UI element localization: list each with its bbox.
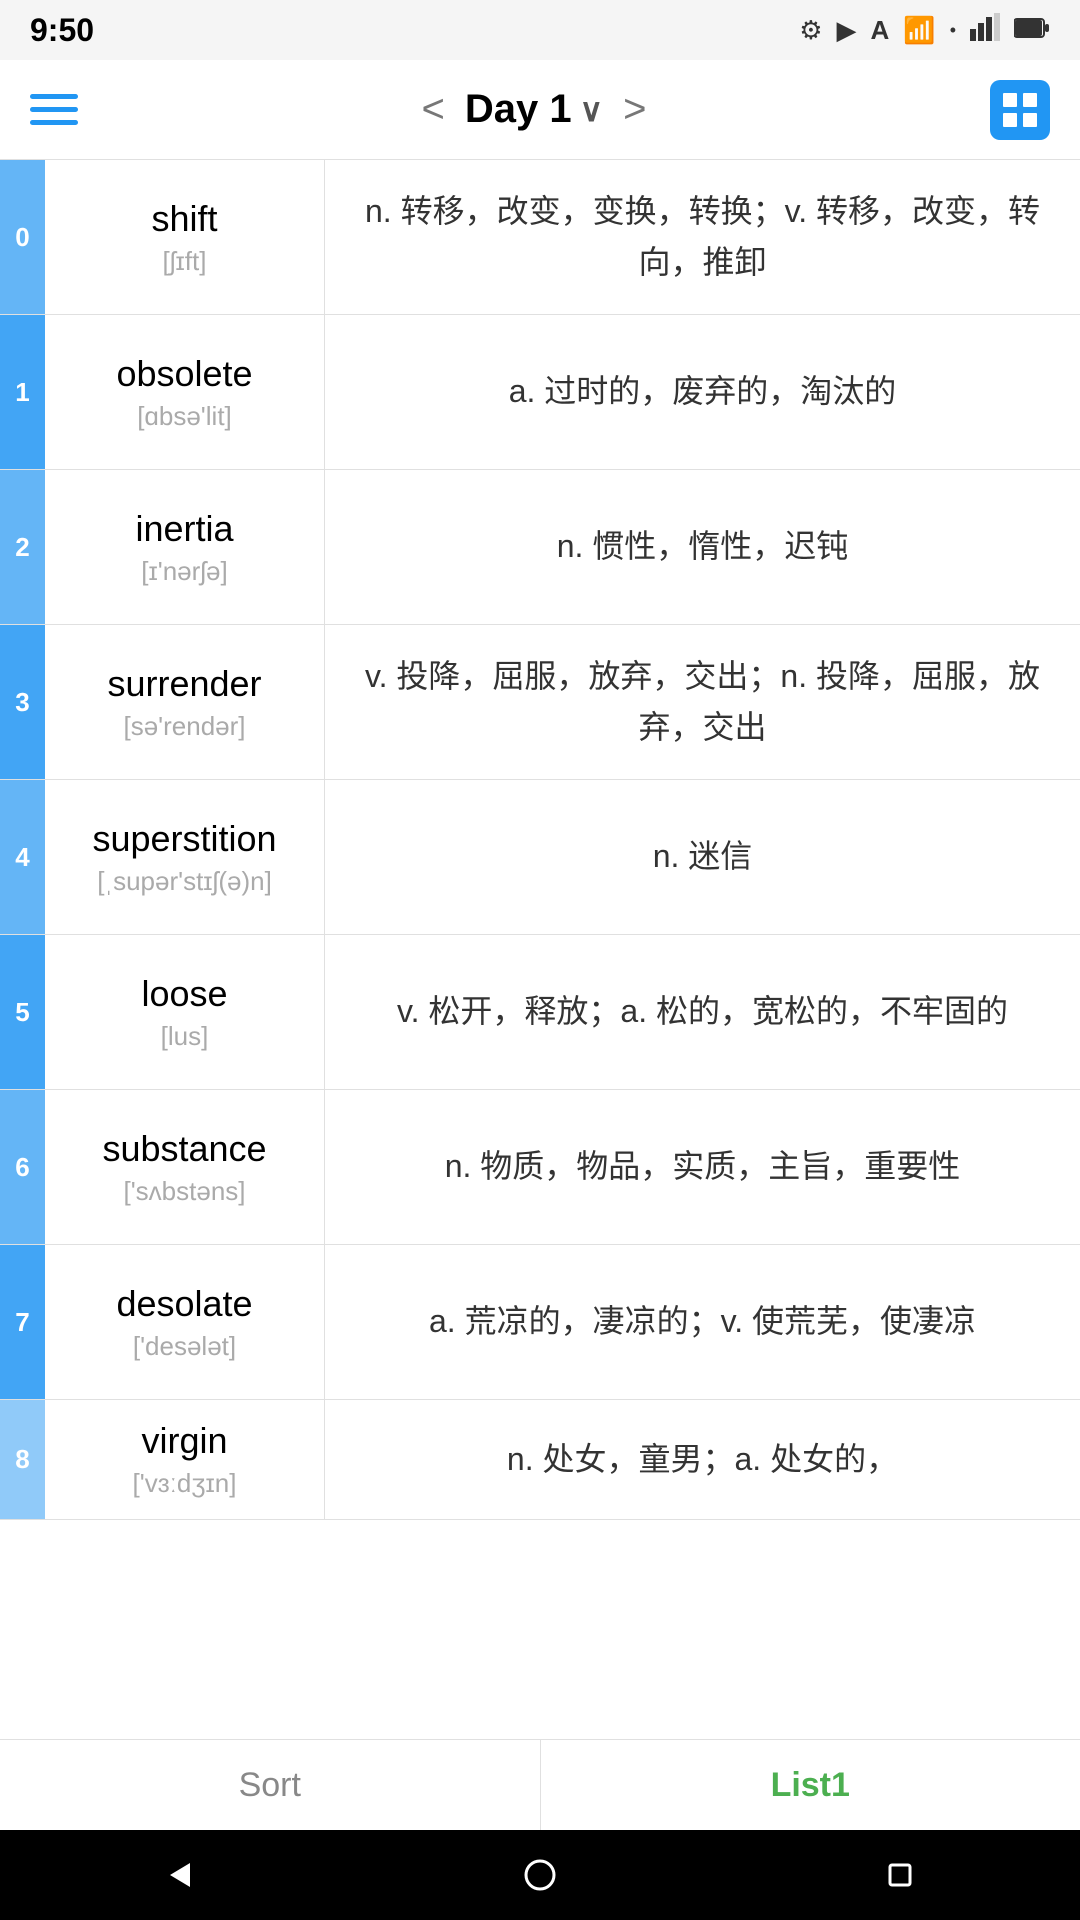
row-index-0: 0 xyxy=(0,160,45,314)
word-english-8: virgin xyxy=(141,1420,227,1462)
row-index-4: 4 xyxy=(0,780,45,934)
table-row[interactable]: 1 obsolete [ɑbsə'lit] a. 过时的，废弃的，淘汰的 xyxy=(0,315,1080,470)
recents-button[interactable] xyxy=(870,1845,930,1905)
next-button[interactable]: > xyxy=(613,87,656,132)
table-row[interactable]: 8 virgin ['vɜːdʒɪn] n. 处女，童男；a. 处女的， xyxy=(0,1400,1080,1520)
dot-icon: • xyxy=(950,20,956,41)
word-definition-5: v. 松开，释放；a. 松的，宽松的，不牢固的 xyxy=(325,935,1080,1089)
table-row[interactable]: 6 substance ['sʌbstəns] n. 物质，物品，实质，主旨，重… xyxy=(0,1090,1080,1245)
word-phonetic-5: [lus] xyxy=(161,1021,209,1052)
word-cell-2: inertia [ɪ'nərʃə] xyxy=(45,470,325,624)
signal-icon xyxy=(970,13,1000,48)
word-phonetic-7: ['desələt] xyxy=(133,1331,236,1362)
word-phonetic-3: [sə'rendər] xyxy=(123,711,245,742)
status-bar: 9:50 ⚙ ▶ A 📶 • xyxy=(0,0,1080,60)
word-english-5: loose xyxy=(141,973,227,1015)
tab-row: Sort List1 xyxy=(0,1740,1080,1830)
word-definition-7: a. 荒凉的，凄凉的；v. 使荒芜，使凄凉 xyxy=(325,1245,1080,1399)
word-cell-5: loose [lus] xyxy=(45,935,325,1089)
table-row[interactable]: 3 surrender [sə'rendər] v. 投降，屈服，放弃，交出；n… xyxy=(0,625,1080,780)
word-phonetic-2: [ɪ'nərʃə] xyxy=(141,556,227,587)
word-english-2: inertia xyxy=(135,508,233,550)
prev-button[interactable]: < xyxy=(412,87,455,132)
chevron-down-icon: ∨ xyxy=(580,91,603,129)
status-icons: ⚙ ▶ A 📶 • xyxy=(799,13,1050,48)
nav-bar: < Day 1 ∨ > xyxy=(0,60,1080,160)
row-index-8: 8 xyxy=(0,1400,45,1519)
nav-title: Day 1 ∨ xyxy=(465,87,603,132)
word-phonetic-0: [ʃɪft] xyxy=(163,246,207,277)
word-english-3: surrender xyxy=(107,663,261,705)
battery-icon xyxy=(1014,15,1050,46)
home-button[interactable] xyxy=(510,1845,570,1905)
table-row[interactable]: 7 desolate ['desələt] a. 荒凉的，凄凉的；v. 使荒芜，… xyxy=(0,1245,1080,1400)
status-time: 9:50 xyxy=(30,12,94,49)
word-definition-0: n. 转移，改变，变换，转换；v. 转移，改变，转向，推卸 xyxy=(325,160,1080,314)
row-index-3: 3 xyxy=(0,625,45,779)
menu-button[interactable] xyxy=(30,94,78,125)
table-row[interactable]: 4 superstition [ˌsupər'stɪʃ(ə)n] n. 迷信 xyxy=(0,780,1080,935)
table-row[interactable]: 0 shift [ʃɪft] n. 转移，改变，变换，转换；v. 转移，改变，转… xyxy=(0,160,1080,315)
row-index-7: 7 xyxy=(0,1245,45,1399)
back-button[interactable] xyxy=(150,1845,210,1905)
word-english-6: substance xyxy=(102,1128,266,1170)
word-english-1: obsolete xyxy=(116,353,252,395)
word-definition-4: n. 迷信 xyxy=(325,780,1080,934)
row-index-1: 1 xyxy=(0,315,45,469)
word-cell-6: substance ['sʌbstəns] xyxy=(45,1090,325,1244)
word-definition-8: n. 处女，童男；a. 处女的， xyxy=(325,1400,1080,1519)
word-cell-1: obsolete [ɑbsə'lit] xyxy=(45,315,325,469)
row-index-5: 5 xyxy=(0,935,45,1089)
grid-view-button[interactable] xyxy=(990,80,1050,140)
word-definition-6: n. 物质，物品，实质，主旨，重要性 xyxy=(325,1090,1080,1244)
word-cell-8: virgin ['vɜːdʒɪn] xyxy=(45,1400,325,1519)
row-index-6: 6 xyxy=(0,1090,45,1244)
word-english-0: shift xyxy=(151,198,217,240)
word-cell-4: superstition [ˌsupər'stɪʃ(ə)n] xyxy=(45,780,325,934)
word-definition-3: v. 投降，屈服，放弃，交出；n. 投降，屈服，放弃，交出 xyxy=(325,625,1080,779)
list1-tab[interactable]: List1 xyxy=(541,1740,1080,1830)
word-list: 0 shift [ʃɪft] n. 转移，改变，变换，转换；v. 转移，改变，转… xyxy=(0,160,1080,1520)
sort-tab[interactable]: Sort xyxy=(0,1740,541,1830)
play-icon: ▶ xyxy=(837,15,857,46)
word-definition-2: n. 惯性，惰性，迟钝 xyxy=(325,470,1080,624)
word-cell-0: shift [ʃɪft] xyxy=(45,160,325,314)
row-index-2: 2 xyxy=(0,470,45,624)
bottom-bar: Sort List1 xyxy=(0,1739,1080,1920)
word-phonetic-4: [ˌsupər'stɪʃ(ə)n] xyxy=(97,866,272,897)
word-english-4: superstition xyxy=(92,818,276,860)
wifi-icon: 📶 xyxy=(903,15,935,46)
word-phonetic-6: ['sʌbstəns] xyxy=(123,1176,245,1207)
table-row[interactable]: 5 loose [lus] v. 松开，释放；a. 松的，宽松的，不牢固的 xyxy=(0,935,1080,1090)
android-nav-bar xyxy=(0,1830,1080,1920)
gear-icon: ⚙ xyxy=(799,15,822,46)
word-definition-1: a. 过时的，废弃的，淘汰的 xyxy=(325,315,1080,469)
word-cell-3: surrender [sə'rendər] xyxy=(45,625,325,779)
table-row[interactable]: 2 inertia [ɪ'nərʃə] n. 惯性，惰性，迟钝 xyxy=(0,470,1080,625)
word-english-7: desolate xyxy=(116,1283,252,1325)
font-icon: A xyxy=(871,15,890,46)
word-phonetic-1: [ɑbsə'lit] xyxy=(137,401,232,432)
word-phonetic-8: ['vɜːdʒɪn] xyxy=(133,1468,237,1499)
nav-center: < Day 1 ∨ > xyxy=(412,87,657,132)
word-cell-7: desolate ['desələt] xyxy=(45,1245,325,1399)
